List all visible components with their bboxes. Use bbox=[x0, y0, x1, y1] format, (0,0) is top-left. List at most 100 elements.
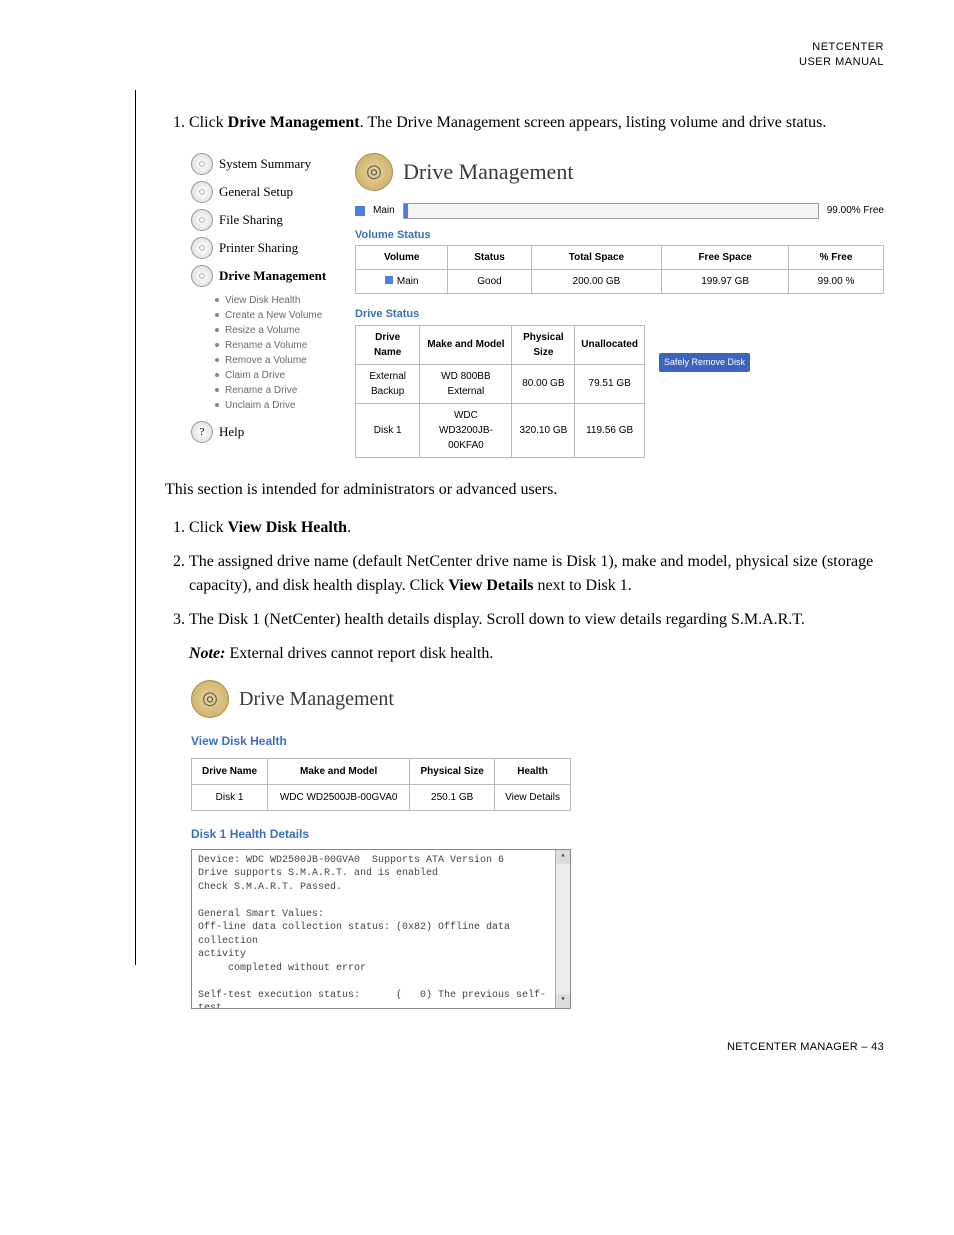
bullet-icon bbox=[215, 313, 219, 317]
pane-title: Drive Management bbox=[239, 684, 394, 714]
cell: 250.1 GB bbox=[410, 784, 495, 810]
cell: 119.56 GB bbox=[575, 403, 645, 457]
cell-text: Main bbox=[397, 276, 419, 287]
col-physical-size: Physical Size bbox=[410, 758, 495, 784]
nav-sub-view-disk-health[interactable]: View Disk Health bbox=[215, 293, 341, 308]
drive-icon: ◎ bbox=[355, 153, 393, 191]
nav-label: System Summary bbox=[219, 154, 311, 174]
nav-icon: ◌ bbox=[191, 181, 213, 203]
cell: External Backup bbox=[356, 364, 420, 403]
nav-sub-label: Claim a Drive bbox=[225, 368, 285, 383]
nav-sub-rename-drive[interactable]: Rename a Drive bbox=[215, 383, 341, 398]
col-unallocated: Unallocated bbox=[575, 325, 645, 364]
table-row: External Backup WD 800BB External 80.00 … bbox=[356, 364, 645, 403]
table-header-row: Drive Name Make and Model Physical Size … bbox=[192, 758, 571, 784]
col-volume: Volume bbox=[356, 246, 448, 270]
bullet-icon bbox=[215, 328, 219, 332]
bullet-icon bbox=[215, 358, 219, 362]
nav-sub-label: Unclaim a Drive bbox=[225, 398, 296, 413]
col-total: Total Space bbox=[531, 246, 662, 270]
step-text: Click bbox=[189, 519, 228, 536]
col-make-model: Make and Model bbox=[268, 758, 410, 784]
pane-header: ◎ Drive Management bbox=[355, 153, 884, 191]
safely-remove-disk-button[interactable]: Safely Remove Disk bbox=[659, 353, 750, 373]
step-text: next to Disk 1. bbox=[534, 577, 632, 594]
intro-text-pre: Click bbox=[189, 114, 228, 131]
view-disk-health-heading: View Disk Health bbox=[191, 732, 571, 750]
drive-status-heading: Drive Status bbox=[355, 306, 884, 323]
cell: WD 800BB External bbox=[420, 364, 512, 403]
cell: Disk 1 bbox=[192, 784, 268, 810]
disk-health-screenshot: ◎ Drive Management View Disk Health Driv… bbox=[191, 680, 571, 1009]
nav-file-sharing[interactable]: ◌File Sharing bbox=[191, 209, 341, 231]
cell: 79.51 GB bbox=[575, 364, 645, 403]
drive-icon: ◎ bbox=[191, 680, 229, 718]
cell: WDC WD2500JB-00GVA0 bbox=[268, 784, 410, 810]
nav-drive-management[interactable]: ◌Drive Management bbox=[191, 265, 341, 287]
nav-sub-create-volume[interactable]: Create a New Volume bbox=[215, 308, 341, 323]
nav-system-summary[interactable]: ◌System Summary bbox=[191, 153, 341, 175]
remove-disk-wrap: Safely Remove Disk bbox=[653, 325, 750, 373]
header-line2: USER MANUAL bbox=[135, 55, 884, 70]
cell: Disk 1 bbox=[356, 403, 420, 457]
nav-sub-resize-volume[interactable]: Resize a Volume bbox=[215, 323, 341, 338]
nav-icon: ◌ bbox=[191, 237, 213, 259]
scroll-up-icon[interactable]: ▴ bbox=[556, 850, 570, 864]
nav-printer-sharing[interactable]: ◌Printer Sharing bbox=[191, 237, 341, 259]
nav-sub-remove-volume[interactable]: Remove a Volume bbox=[215, 353, 341, 368]
margin-rule bbox=[135, 90, 136, 965]
nav-icon: ◌ bbox=[191, 265, 213, 287]
bullet-icon bbox=[215, 298, 219, 302]
step-1: Click View Disk Health. bbox=[189, 516, 884, 540]
page-header: NETCENTER USER MANUAL bbox=[135, 40, 884, 71]
step-bold: View Disk Health bbox=[228, 519, 347, 536]
scrollbar[interactable]: ▴ ▾ bbox=[555, 850, 570, 1008]
header-line1: NETCENTER bbox=[135, 40, 884, 55]
cell: Good bbox=[448, 270, 531, 294]
cell: 99.00 % bbox=[789, 270, 884, 294]
used-portion bbox=[404, 204, 408, 218]
note-line: Note: External drives cannot report disk… bbox=[165, 642, 884, 666]
nav-sub-label: Rename a Volume bbox=[225, 338, 307, 353]
free-main-label: Main bbox=[373, 203, 395, 218]
bullet-icon bbox=[215, 388, 219, 392]
health-details-heading: Disk 1 Health Details bbox=[191, 825, 571, 843]
pane-header: ◎ Drive Management bbox=[191, 680, 571, 718]
cell: 320.10 GB bbox=[512, 403, 575, 457]
disk-health-table: Drive Name Make and Model Physical Size … bbox=[191, 758, 571, 811]
scroll-down-icon[interactable]: ▾ bbox=[556, 994, 570, 1008]
pane-title: Drive Management bbox=[403, 155, 573, 188]
nav-help[interactable]: ?Help bbox=[191, 421, 341, 443]
cell: Main bbox=[356, 270, 448, 294]
drive-status-table: Drive Name Make and Model Physical Size … bbox=[355, 325, 645, 458]
volume-status-table: Volume Status Total Space Free Space % F… bbox=[355, 245, 884, 294]
bullet-icon bbox=[215, 373, 219, 377]
details-text: Device: WDC WD2500JB-00GVA0 Supports ATA… bbox=[198, 855, 546, 1009]
nav-sub-label: Create a New Volume bbox=[225, 308, 322, 323]
col-drive-name: Drive Name bbox=[192, 758, 268, 784]
step-3: The Disk 1 (NetCenter) health details di… bbox=[189, 608, 884, 632]
swatch-icon bbox=[385, 276, 393, 284]
col-physical-size: Physical Size bbox=[512, 325, 575, 364]
view-details-link[interactable]: View Details bbox=[495, 784, 571, 810]
health-details-textarea[interactable]: Device: WDC WD2500JB-00GVA0 Supports ATA… bbox=[191, 849, 571, 1009]
page-footer: NETCENTER MANAGER – 43 bbox=[165, 1039, 884, 1056]
volume-status-heading: Volume Status bbox=[355, 227, 884, 244]
cell: 199.97 GB bbox=[662, 270, 789, 294]
note-text: External drives cannot report disk healt… bbox=[225, 645, 493, 662]
intro-step-1: Click Drive Management. The Drive Manage… bbox=[189, 111, 884, 135]
nav-sub-list: View Disk Health Create a New Volume Res… bbox=[215, 293, 341, 413]
nav-label: File Sharing bbox=[219, 210, 283, 230]
nav-sub-unclaim-drive[interactable]: Unclaim a Drive bbox=[215, 398, 341, 413]
step-text: . bbox=[347, 519, 351, 536]
nav-general-setup[interactable]: ◌General Setup bbox=[191, 181, 341, 203]
admin-note-paragraph: This section is intended for administrat… bbox=[165, 478, 884, 502]
table-row: Disk 1 WDC WD2500JB-00GVA0 250.1 GB View… bbox=[192, 784, 571, 810]
nav-sub-claim-drive[interactable]: Claim a Drive bbox=[215, 368, 341, 383]
col-health: Health bbox=[495, 758, 571, 784]
col-make-model: Make and Model bbox=[420, 325, 512, 364]
step-bold: View Details bbox=[448, 577, 533, 594]
nav-sub-rename-volume[interactable]: Rename a Volume bbox=[215, 338, 341, 353]
nav-label: Help bbox=[219, 422, 244, 442]
intro-text-bold: Drive Management bbox=[228, 114, 360, 131]
